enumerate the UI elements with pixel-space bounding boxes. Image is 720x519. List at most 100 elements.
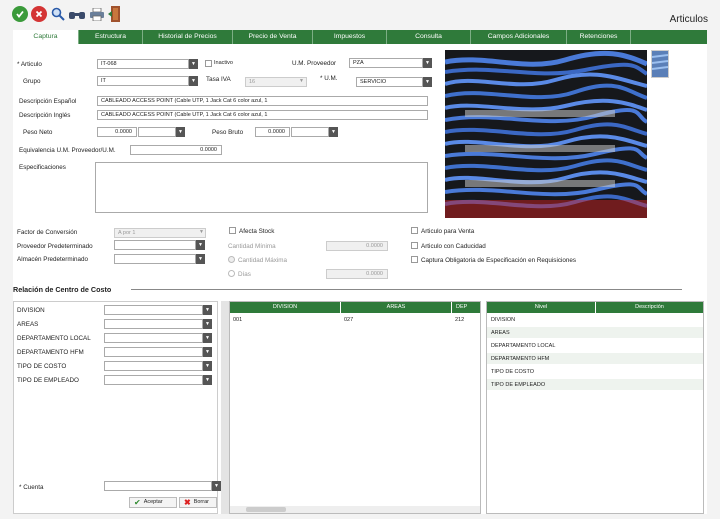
articulo-label: * Articulo: [17, 61, 42, 68]
cuenta-dropdown-icon[interactable]: ▼: [212, 481, 221, 491]
product-image: [445, 50, 647, 218]
tipo-costo-dropdown-icon[interactable]: ▼: [203, 361, 212, 371]
nivel-header[interactable]: Nivel: [487, 302, 595, 313]
cuenta-label: * Cuenta: [19, 484, 44, 491]
division-field[interactable]: [104, 305, 203, 315]
articulo-caducidad-label: Articulo con Caducidad: [421, 243, 486, 250]
um-proveedor-field[interactable]: PZA: [349, 58, 423, 68]
almacen-dropdown-icon[interactable]: ▼: [196, 254, 205, 264]
equivalencia-label: Equivalencia U.M. Proveedor/U.M.: [19, 147, 116, 154]
nivel-row-departamento-local[interactable]: DEPARTAMENTO LOCAL: [491, 343, 555, 349]
save-icon[interactable]: [12, 6, 28, 22]
nivel-row-areas[interactable]: AREAS: [491, 330, 510, 336]
tab-captura[interactable]: Captura: [13, 30, 79, 44]
scroll-thumb[interactable]: [246, 507, 286, 512]
nivel-row-stripe: [487, 327, 703, 338]
um-field[interactable]: SERVICIO: [356, 77, 423, 87]
inactivo-checkbox[interactable]: [205, 60, 212, 67]
tasa-iva-label: Tasa IVA: [206, 76, 231, 83]
grid-header-division[interactable]: DIVISION: [230, 302, 340, 313]
grid-cell-dep[interactable]: 212: [455, 317, 464, 323]
equivalencia-field[interactable]: 0.0000: [130, 145, 222, 155]
cost-center-grid: [229, 301, 481, 514]
search-icon[interactable]: [51, 7, 65, 23]
dias-radio[interactable]: [228, 270, 235, 277]
tipo-costo-field[interactable]: [104, 361, 203, 371]
factor-conversion-label: Factor de Conversión: [17, 229, 78, 236]
tab-campos-adicionales[interactable]: Campos Adicionales: [471, 30, 567, 44]
proveedor-predeterminado-field[interactable]: [114, 240, 196, 250]
desc-es-field[interactable]: CABLEADO ACCESS POINT (Cable UTP, 1 Jack…: [97, 96, 428, 106]
grid-horizontal-scrollbar[interactable]: [230, 506, 480, 513]
um-dropdown-icon[interactable]: ▼: [423, 77, 432, 87]
cost-center-title: Relación de Centro de Costo: [13, 285, 112, 294]
articulo-caducidad-checkbox[interactable]: [411, 242, 418, 249]
aceptar-label: Aceptar: [143, 499, 163, 505]
nivel-row-departamento-hfm[interactable]: DEPARTAMENTO HFM: [491, 356, 549, 362]
division-dropdown-icon[interactable]: ▼: [203, 305, 212, 315]
tipo-empleado-dropdown-icon[interactable]: ▼: [203, 375, 212, 385]
nivel-row-tipo-empleado[interactable]: TIPO DE EMPLEADO: [491, 382, 545, 388]
tab-estructura[interactable]: Estructura: [79, 30, 143, 44]
tipo-costo-label: TIPO DE COSTO: [17, 363, 67, 370]
peso-bruto-field[interactable]: 0.0000: [255, 127, 290, 137]
peso-bruto-unit-dropdown-icon[interactable]: ▼: [329, 127, 338, 137]
especificaciones-field[interactable]: [95, 162, 428, 213]
tab-bar: Captura Estructura Historial de Precios …: [13, 30, 707, 44]
tab-historial-precios[interactable]: Historial de Precios: [143, 30, 233, 44]
cuenta-field[interactable]: [104, 481, 212, 491]
articulo-dropdown-icon[interactable]: ▼: [189, 59, 198, 69]
cantidad-maxima-radio[interactable]: [228, 256, 235, 263]
tab-precio-venta[interactable]: Precio de Venta: [233, 30, 313, 44]
aceptar-button[interactable]: ✔ Aceptar: [129, 497, 177, 508]
departamento-local-dropdown-icon[interactable]: ▼: [203, 333, 212, 343]
cantidad-minima-field[interactable]: 0.0000: [326, 241, 388, 251]
departamento-hfm-dropdown-icon[interactable]: ▼: [203, 347, 212, 357]
proveedor-dropdown-icon[interactable]: ▼: [196, 240, 205, 250]
image-thumbnail[interactable]: [651, 50, 669, 78]
peso-neto-field[interactable]: 0.0000: [97, 127, 137, 137]
factor-conversion-arrow-icon: ▼: [199, 229, 204, 235]
check-icon: ✔: [134, 498, 141, 507]
tasa-iva-field[interactable]: 16: [245, 77, 307, 87]
areas-dropdown-icon[interactable]: ▼: [203, 319, 212, 329]
departamento-local-field[interactable]: [104, 333, 203, 343]
dias-label: Días: [238, 271, 251, 278]
captura-obligatoria-checkbox[interactable]: [411, 256, 418, 263]
nivel-row-division[interactable]: DIVISION: [491, 317, 515, 323]
descripcion-header[interactable]: Descripción: [596, 302, 703, 313]
print-icon[interactable]: [90, 7, 104, 23]
captura-obligatoria-label: Captura Obligatoria de Especificación en…: [421, 257, 577, 264]
desc-en-field[interactable]: CABLEADO ACCESS POINT (Cable UTP, 1 Jack…: [97, 110, 428, 120]
peso-bruto-unit-field[interactable]: [291, 127, 329, 137]
tab-impuestos[interactable]: Impuestos: [313, 30, 387, 44]
peso-neto-unit-field[interactable]: [138, 127, 176, 137]
articulo-field[interactable]: IT-068: [97, 59, 189, 69]
cancel-icon[interactable]: [31, 6, 47, 22]
grid-cell-division[interactable]: 001: [233, 317, 242, 323]
dias-field[interactable]: 0.0000: [326, 269, 388, 279]
grid-cell-areas[interactable]: 027: [344, 317, 353, 323]
borrar-button[interactable]: ✖ Borrar: [179, 497, 217, 508]
grupo-dropdown-icon[interactable]: ▼: [189, 76, 198, 86]
tab-retenciones[interactable]: Retenciones: [567, 30, 631, 44]
articulo-venta-checkbox[interactable]: [411, 227, 418, 234]
grupo-label: Grupo: [23, 78, 41, 85]
nivel-row-tipo-costo[interactable]: TIPO DE COSTO: [491, 369, 534, 375]
um-proveedor-dropdown-icon[interactable]: ▼: [423, 58, 432, 68]
afecta-stock-checkbox[interactable]: [229, 227, 236, 234]
departamento-hfm-field[interactable]: [104, 347, 203, 357]
peso-neto-unit-dropdown-icon[interactable]: ▼: [176, 127, 185, 137]
exit-icon[interactable]: [108, 6, 122, 24]
grid-header-areas[interactable]: AREAS: [341, 302, 451, 313]
splitter-handle[interactable]: [221, 301, 229, 514]
almacen-predeterminado-field[interactable]: [114, 254, 196, 264]
binoculars-icon[interactable]: [69, 9, 85, 22]
factor-conversion-field[interactable]: A por 1: [114, 228, 206, 238]
grupo-field[interactable]: IT: [97, 76, 189, 86]
areas-field[interactable]: [104, 319, 203, 329]
grid-header-dep[interactable]: DEP: [452, 302, 480, 313]
tab-consulta[interactable]: Consulta: [387, 30, 471, 44]
tipo-empleado-field[interactable]: [104, 375, 203, 385]
um-label: * U.M.: [320, 75, 338, 82]
